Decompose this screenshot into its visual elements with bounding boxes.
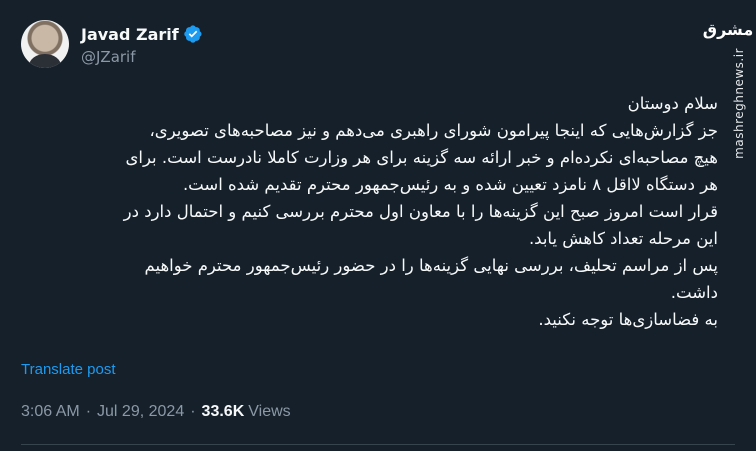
post-line: این مرحله تعداد کاهش یابد. [528, 229, 718, 248]
post-line: هیچ مصاحبه‌ای نکرده‌ام و خبر ارائه سه گز… [125, 148, 718, 167]
avatar[interactable] [21, 20, 69, 68]
display-name[interactable]: Javad Zarif [81, 25, 179, 44]
post-line: قرار است امروز صبح این گزینه‌ها را با مع… [123, 202, 718, 221]
verified-badge-icon [183, 24, 203, 44]
post-time[interactable]: 3:06 AM [21, 403, 80, 421]
post-card: Javad Zarif @JZarif مشرق mashreghnews.ir… [0, 0, 756, 451]
post-line: هر دستگاه لااقل ۸ نامزد تعیین شده و به ر… [182, 175, 718, 194]
post-line: به فضاسازی‌ها توجه نکنید. [538, 310, 718, 329]
views-count: 33.6K [201, 403, 245, 420]
post-text: سلام دوستان جز گزارش‌هایی که اینجا پیرام… [21, 90, 718, 333]
post-line: پس از مراسم تحلیف، بررسی نهایی گزینه‌ها … [144, 256, 719, 275]
post-line: داشت. [670, 283, 718, 302]
name-row: Javad Zarif [81, 22, 203, 46]
post-header: Javad Zarif @JZarif [21, 18, 203, 70]
watermark-logo: مشرق [702, 19, 754, 39]
watermark-site: mashreghnews.ir [732, 48, 746, 159]
post-line: جز گزارش‌هایی که اینجا پیرامون شورای راه… [149, 121, 718, 140]
author-info: Javad Zarif @JZarif [81, 22, 203, 66]
meta-separator: · [85, 403, 92, 420]
post-date[interactable]: Jul 29, 2024 [97, 403, 184, 421]
views-label: Views [248, 403, 291, 420]
translate-post-link[interactable]: Translate post [21, 361, 116, 378]
meta-separator: · [190, 403, 196, 420]
handle[interactable]: @JZarif [81, 48, 203, 66]
divider [21, 444, 735, 445]
post-line: سلام دوستان [627, 94, 718, 113]
post-meta: 3:06 AM · Jul 29, 2024 · 33.6K Views [21, 403, 291, 421]
